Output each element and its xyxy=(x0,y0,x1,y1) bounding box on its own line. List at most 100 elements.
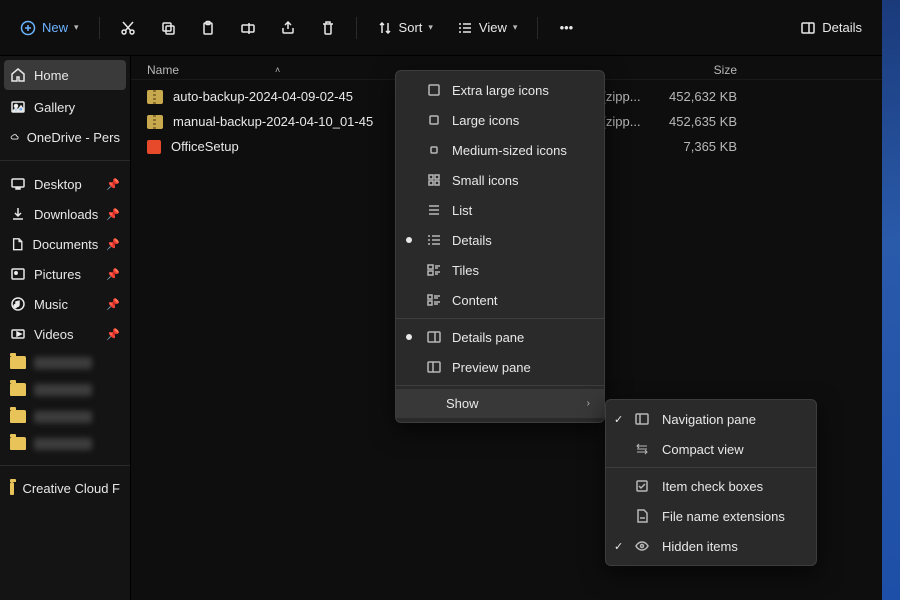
blurred-label xyxy=(34,357,92,369)
folder-icon xyxy=(10,356,26,369)
sidebar-item-downloads[interactable]: Downloads 📌 xyxy=(0,199,130,229)
sidebar-item-onedrive[interactable]: OneDrive - Pers xyxy=(0,122,130,152)
toolbar: New ▾ Sort ▾ View ▾ ••• Details xyxy=(0,0,882,56)
pin-icon: 📌 xyxy=(106,238,120,251)
check-icon: ✓ xyxy=(614,413,623,426)
chevron-right-icon: › xyxy=(587,398,590,409)
menu-item-tiles[interactable]: Tiles xyxy=(396,255,604,285)
sidebar-item-home[interactable]: Home xyxy=(4,60,126,90)
menu-item-details-pane[interactable]: Details pane xyxy=(396,322,604,352)
menu-item-compact-view[interactable]: Compact view xyxy=(606,434,816,464)
sidebar-item-desktop[interactable]: Desktop 📌 xyxy=(0,169,130,199)
view-button[interactable]: View ▾ xyxy=(447,14,527,42)
sidebar-item-gallery[interactable]: Gallery xyxy=(0,92,130,122)
menu-item-large-icons[interactable]: Large icons xyxy=(396,105,604,135)
menu-item-content[interactable]: Content xyxy=(396,285,604,315)
new-button[interactable]: New ▾ xyxy=(10,14,89,42)
file-explorer-window: New ▾ Sort ▾ View ▾ ••• Details xyxy=(0,0,882,600)
checkbox-icon xyxy=(634,478,650,494)
sidebar-item-blurred[interactable] xyxy=(0,403,130,430)
view-icon xyxy=(457,20,473,36)
sort-button[interactable]: Sort ▾ xyxy=(367,14,443,42)
new-label: New xyxy=(42,20,68,35)
paste-button[interactable] xyxy=(190,14,226,42)
tiles-icon xyxy=(426,262,442,278)
share-icon xyxy=(280,20,296,36)
trash-icon xyxy=(320,20,336,36)
blurred-label xyxy=(34,411,92,423)
share-button[interactable] xyxy=(270,14,306,42)
sidebar-item-documents[interactable]: Documents 📌 xyxy=(0,229,130,259)
compact-icon xyxy=(634,441,650,457)
sidebar-item-creative-cloud[interactable]: Creative Cloud F xyxy=(0,474,130,503)
sidebar-label: Music xyxy=(34,297,68,312)
copy-button[interactable] xyxy=(150,14,186,42)
details-toggle[interactable]: Details xyxy=(790,14,872,42)
file-size: 452,632 KB xyxy=(657,89,757,104)
more-button[interactable]: ••• xyxy=(548,14,584,42)
menu-item-navigation-pane[interactable]: ✓Navigation pane xyxy=(606,404,816,434)
details-pane-icon xyxy=(800,20,816,36)
menu-item-show[interactable]: Show› xyxy=(396,389,604,418)
menu-item-details[interactable]: Details xyxy=(396,225,604,255)
copy-icon xyxy=(160,20,176,36)
menu-item-check-boxes[interactable]: Item check boxes xyxy=(606,471,816,501)
sidebar-label: Videos xyxy=(34,327,74,342)
plus-icon xyxy=(20,20,36,36)
sidebar-item-blurred[interactable] xyxy=(0,376,130,403)
menu-separator xyxy=(606,467,816,468)
separator xyxy=(537,17,538,39)
pin-icon: 📌 xyxy=(106,328,120,341)
menu-item-extra-large-icons[interactable]: Extra large icons xyxy=(396,75,604,105)
sidebar-item-blurred[interactable] xyxy=(0,349,130,376)
home-icon xyxy=(10,67,26,83)
delete-button[interactable] xyxy=(310,14,346,42)
file-name: auto-backup-2024-04-09-02-45 xyxy=(173,89,353,104)
blurred-label xyxy=(34,384,92,396)
menu-item-preview-pane[interactable]: Preview pane xyxy=(396,352,604,382)
show-submenu: ✓Navigation pane Compact view Item check… xyxy=(605,399,817,566)
sidebar-item-blurred[interactable] xyxy=(0,430,130,457)
sidebar-label: Downloads xyxy=(34,207,98,222)
menu-item-medium-icons[interactable]: Medium-sized icons xyxy=(396,135,604,165)
file-name: OfficeSetup xyxy=(171,139,239,154)
sidebar-item-videos[interactable]: Videos 📌 xyxy=(0,319,130,349)
menu-item-small-icons[interactable]: Small icons xyxy=(396,165,604,195)
column-size[interactable]: Size xyxy=(657,63,757,77)
ellipsis-icon: ••• xyxy=(558,20,574,36)
file-name: manual-backup-2024-04-10_01-45 xyxy=(173,114,373,129)
view-context-menu: Extra large icons Large icons Medium-siz… xyxy=(395,70,605,423)
chevron-down-icon: ▾ xyxy=(513,22,518,33)
menu-item-hidden-items[interactable]: ✓Hidden items xyxy=(606,531,816,561)
pin-icon: 📌 xyxy=(106,208,120,221)
file-size: 7,365 KB xyxy=(657,139,757,154)
pictures-icon xyxy=(10,266,26,282)
grid-icon xyxy=(426,142,442,158)
cut-button[interactable] xyxy=(110,14,146,42)
navigation-sidebar: Home Gallery OneDrive - Pers Desktop 📌 D… xyxy=(0,56,131,600)
menu-item-file-extensions[interactable]: File name extensions xyxy=(606,501,816,531)
check-icon: ✓ xyxy=(614,540,623,553)
sidebar-label: Desktop xyxy=(34,177,82,192)
sort-icon xyxy=(377,20,393,36)
folder-icon xyxy=(10,383,26,396)
desktop-icon xyxy=(10,176,26,192)
grid-icon xyxy=(426,112,442,128)
chevron-down-icon: ▾ xyxy=(74,22,79,33)
sidebar-item-pictures[interactable]: Pictures 📌 xyxy=(0,259,130,289)
rename-button[interactable] xyxy=(230,14,266,42)
view-label: View xyxy=(479,20,507,35)
menu-item-list[interactable]: List xyxy=(396,195,604,225)
desktop-background-edge xyxy=(882,0,900,600)
sidebar-label: Gallery xyxy=(34,100,75,115)
download-icon xyxy=(10,206,26,222)
rename-icon xyxy=(240,20,256,36)
folder-icon xyxy=(10,437,26,450)
separator xyxy=(0,160,130,161)
zip-icon xyxy=(147,90,163,104)
sidebar-label: Home xyxy=(34,68,69,83)
menu-separator xyxy=(396,318,604,319)
office-icon xyxy=(147,140,161,154)
sidebar-item-music[interactable]: Music 📌 xyxy=(0,289,130,319)
file-size: 452,635 KB xyxy=(657,114,757,129)
